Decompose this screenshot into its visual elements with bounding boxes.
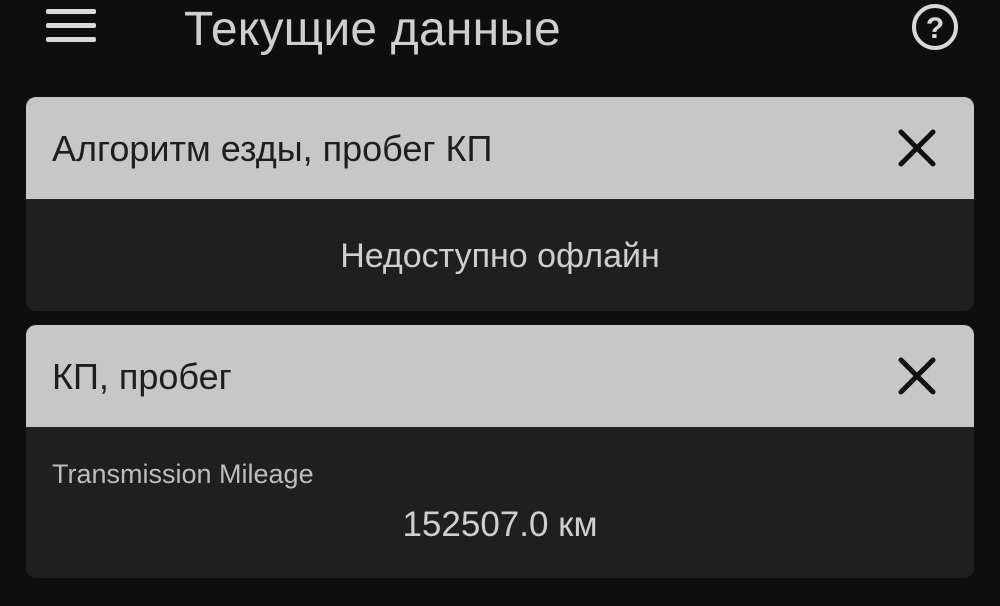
close-icon	[898, 357, 936, 395]
card-body: Transmission Mileage 152507.0 км	[26, 427, 974, 578]
card-header: Алгоритм езды, пробег КП	[26, 97, 974, 199]
app-root: Текущие данные ? Алгоритм езды, пробег К…	[0, 0, 1000, 606]
page-title: Текущие данные	[184, 3, 561, 56]
parameter-label: Transmission Mileage	[52, 459, 314, 489]
menu-button[interactable]	[46, 9, 96, 43]
parameter-card: КП, пробег Transmission Mileage 152507.0…	[26, 325, 974, 578]
card-body: Недоступно офлайн	[26, 199, 974, 311]
help-circle-icon: ?	[912, 4, 958, 50]
close-card-button[interactable]	[898, 357, 936, 395]
parameter-card: Алгоритм езды, пробег КП Недоступно офла…	[26, 97, 974, 311]
offline-message: Недоступно офлайн	[340, 237, 660, 275]
parameter-value: 152507.0 км	[402, 505, 598, 544]
card-header: КП, пробег	[26, 325, 974, 427]
close-card-button[interactable]	[898, 129, 936, 167]
card-title: Алгоритм езды, пробег КП	[52, 128, 493, 169]
app-header: Текущие данные ?	[0, 0, 1000, 66]
close-icon	[898, 129, 936, 167]
help-button[interactable]: ?	[911, 3, 959, 51]
card-title: КП, пробег	[52, 356, 232, 397]
help-glyph: ?	[926, 12, 944, 45]
